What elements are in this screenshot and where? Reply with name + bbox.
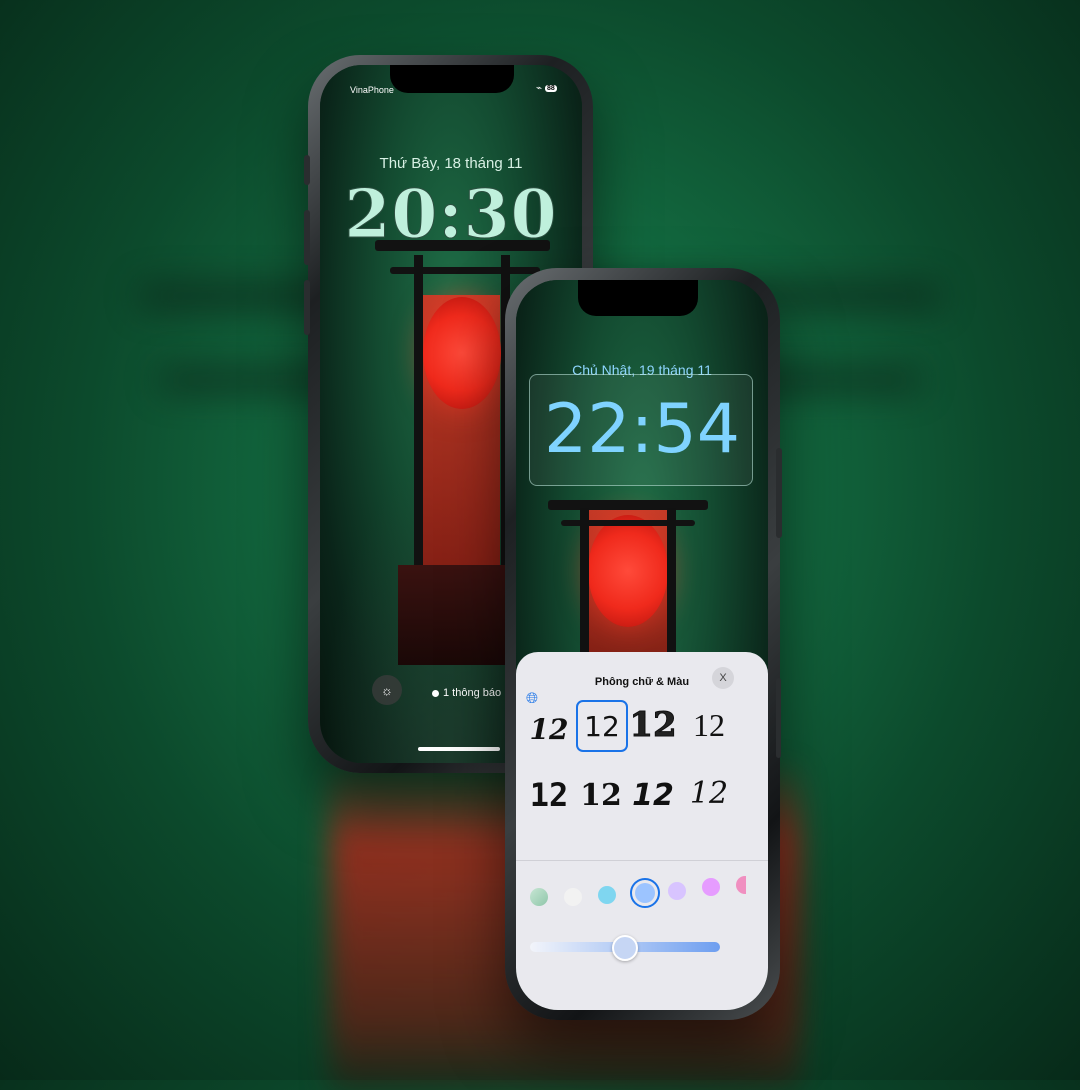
color-swatch-5[interactable] — [668, 882, 686, 900]
sim-tray — [776, 678, 781, 758]
sunrise-icon: ☼ — [381, 682, 393, 698]
side-button — [304, 155, 310, 185]
volume-down-button — [304, 280, 310, 335]
lock-clock: 22:54 — [544, 390, 740, 469]
color-swatch-3[interactable] — [598, 886, 616, 904]
status-icons: ⌁ 88 — [536, 83, 557, 94]
carrier-label: VinaPhone — [350, 85, 394, 95]
home-indicator[interactable] — [418, 747, 500, 751]
dot-icon — [432, 689, 439, 697]
notch — [390, 65, 514, 93]
color-swatch-1[interactable] — [530, 888, 548, 906]
color-swatch-7[interactable] — [736, 876, 746, 894]
stairs — [398, 565, 516, 665]
font-option-3[interactable]: 12 — [628, 700, 678, 750]
slider-thumb[interactable] — [612, 935, 639, 961]
color-swatch-4-selected[interactable] — [630, 878, 660, 908]
notch — [578, 280, 698, 316]
volume-up-button — [304, 210, 310, 265]
panel-divider — [516, 860, 768, 861]
flashlight-button[interactable]: ☼ — [372, 675, 402, 705]
notification-pill[interactable]: 1 thông báo — [432, 687, 501, 699]
lock-clock: 20:30 — [344, 175, 558, 254]
close-button[interactable]: X — [712, 667, 734, 689]
color-swatch-6[interactable] — [702, 878, 720, 896]
side-button — [776, 448, 782, 538]
font-option-5[interactable]: 12 — [524, 770, 574, 820]
font-option-8[interactable]: 12 — [684, 768, 734, 818]
selected-swatch-fill — [635, 883, 655, 903]
red-sun — [423, 297, 501, 409]
color-swatch-2[interactable] — [564, 888, 582, 906]
font-option-7[interactable]: 12 — [628, 770, 678, 820]
battery-icon: 88 — [545, 85, 557, 92]
front-phone-screen: Chủ Nhật, 19 tháng 11 22:54 🌐︎ Phông chữ… — [516, 280, 768, 1010]
font-option-2-selected[interactable]: 12 — [576, 700, 628, 752]
font-color-panel: 🌐︎ Phông chữ & Màu X 12 12 12 12 12 12 1… — [516, 652, 768, 1010]
font-option-4[interactable]: 12 — [684, 700, 734, 750]
font-option-6[interactable]: 12 — [576, 770, 626, 820]
font-option-1[interactable]: 12 — [524, 704, 574, 754]
red-sun — [588, 515, 668, 627]
close-icon: X — [719, 672, 727, 684]
front-phone: Chủ Nhật, 19 tháng 11 22:54 🌐︎ Phông chữ… — [505, 268, 782, 1020]
notification-label: 1 thông báo — [443, 687, 502, 699]
torii-kasagi — [548, 500, 708, 510]
wifi-icon: ⌁ — [536, 83, 543, 94]
lock-date: Thứ Bảy, 18 tháng 11 — [379, 155, 523, 172]
